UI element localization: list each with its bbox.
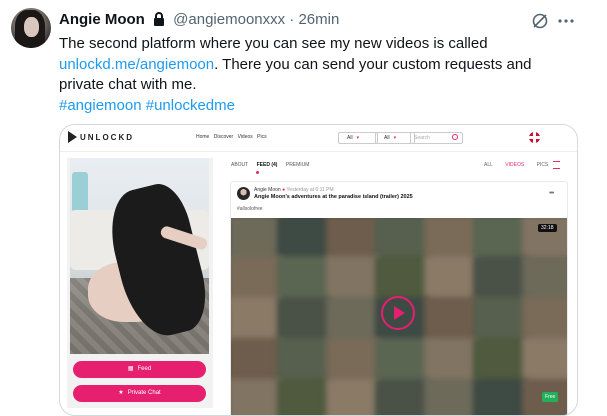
tweet-line-1: The second platform where you can see my… <box>59 35 488 52</box>
blurred-thumbnail <box>326 379 380 415</box>
separator-dot: · <box>289 11 295 28</box>
select-category: All ▾ <box>338 132 378 144</box>
unlockd-logo: UNLOCKD <box>80 133 134 142</box>
blurred-thumbnail <box>473 379 527 415</box>
tweet-line-3: private chat with me. <box>59 76 197 93</box>
blurred-thumbnail <box>473 297 527 344</box>
tweet-timestamp[interactable]: 26min <box>298 11 339 28</box>
nav-videos: Videos <box>237 134 253 140</box>
hashtag-unlockedme[interactable]: #unlockedme <box>146 97 235 114</box>
unlockd-nav: Home Discover Videos Pics <box>196 134 270 140</box>
blurred-thumbnail <box>277 379 331 415</box>
tweet-text: The second platform where you can see my… <box>59 34 579 116</box>
profile-photo <box>70 158 209 354</box>
blurred-thumbnail <box>326 297 380 344</box>
feed-icon: ▦ <box>127 366 134 372</box>
blurred-thumbnail <box>231 338 282 385</box>
profile-link[interactable]: unlockd.me/angiemoon <box>59 56 214 73</box>
author-avatar[interactable] <box>11 8 51 48</box>
filter-pics: PICS <box>536 162 549 168</box>
post-title: Angie Moon's adventures at the paradise … <box>254 194 413 200</box>
post-more-icon: ••• <box>549 190 554 197</box>
blurred-thumbnail <box>522 338 567 385</box>
play-icon <box>381 296 415 330</box>
profile-tabs: ABOUT FEED (4) PREMIUM <box>231 162 316 168</box>
uk-flag-icon <box>529 132 540 143</box>
private-chat-button: ★ Private Chat <box>73 385 206 402</box>
embedded-screenshot[interactable]: UNLOCKD Home Discover Videos Pics All ▾ A… <box>59 124 578 416</box>
post-author: Angie Moon ● Yesterday at 6:11 PM <box>254 187 334 193</box>
tweet-line-2-rest: . There you can send your custom request… <box>214 55 532 73</box>
unlockd-logo-icon <box>68 131 77 143</box>
nav-home: Home <box>196 134 210 140</box>
tweet-header: Angie Moon @angiemoonxxx · 26min <box>59 11 339 29</box>
blurred-thumbnail <box>473 338 527 385</box>
blurred-thumbnail <box>424 379 478 415</box>
unlockd-topbar: UNLOCKD Home Discover Videos Pics All ▾ A… <box>60 125 577 152</box>
active-tab-indicator <box>256 171 259 174</box>
blurred-thumbnail <box>277 297 331 344</box>
blurred-thumbnail <box>522 256 567 303</box>
blurred-thumbnail <box>375 379 429 415</box>
nav-discover: Discover <box>213 134 234 140</box>
blurred-thumbnail <box>424 256 478 303</box>
feed-post: Angie Moon ● Yesterday at 6:11 PM Angie … <box>230 181 568 415</box>
blurred-thumbnail <box>231 379 282 415</box>
search-icon <box>452 134 458 140</box>
feed-filters: ALL VIDEOS PICS <box>484 162 559 168</box>
lock-icon <box>154 12 164 26</box>
filter-videos: VIDEOS <box>505 162 525 168</box>
video-duration: 32:18 <box>538 224 557 232</box>
filter-all: ALL <box>484 162 493 168</box>
blurred-thumbnail <box>522 297 567 344</box>
blurred-thumbnail <box>375 338 429 385</box>
nav-pics: Pics <box>257 134 267 140</box>
blurred-thumbnail <box>424 297 478 344</box>
feed-button: ▦ Feed <box>73 361 206 378</box>
tab-about: ABOUT <box>231 162 249 168</box>
post-tag: #allsolofree <box>237 206 263 212</box>
more-options-icon[interactable] <box>558 18 574 24</box>
blurred-thumbnail <box>277 256 331 303</box>
author-name[interactable]: Angie Moon <box>59 11 145 28</box>
free-badge: Free <box>542 392 559 402</box>
tweet-line-2: unlockd.me/angiemoon. There you can send… <box>59 55 579 76</box>
hashtag-angiemoon[interactable]: #angiemoon <box>59 97 142 114</box>
blurred-thumbnail <box>231 297 282 344</box>
video-preview: 32:18 Free <box>231 218 567 415</box>
filter-icon <box>553 161 560 169</box>
blurred-thumbnail <box>326 256 380 303</box>
select-type: All ▾ <box>375 132 415 144</box>
grok-icon[interactable] <box>531 12 549 30</box>
tab-feed: FEED (4) <box>256 162 278 168</box>
blurred-thumbnail <box>277 338 331 385</box>
blurred-thumbnail <box>424 338 478 385</box>
blurred-thumbnail <box>231 256 282 303</box>
tab-premium: PREMIUM <box>285 162 310 168</box>
star-icon: ★ <box>118 390 124 396</box>
post-avatar <box>237 187 250 200</box>
hashtags: #angiemoon #unlockedme <box>59 96 579 117</box>
blurred-thumbnail <box>326 338 380 385</box>
author-handle[interactable]: @angiemoonxxx <box>173 11 285 28</box>
blurred-thumbnail <box>473 256 527 303</box>
